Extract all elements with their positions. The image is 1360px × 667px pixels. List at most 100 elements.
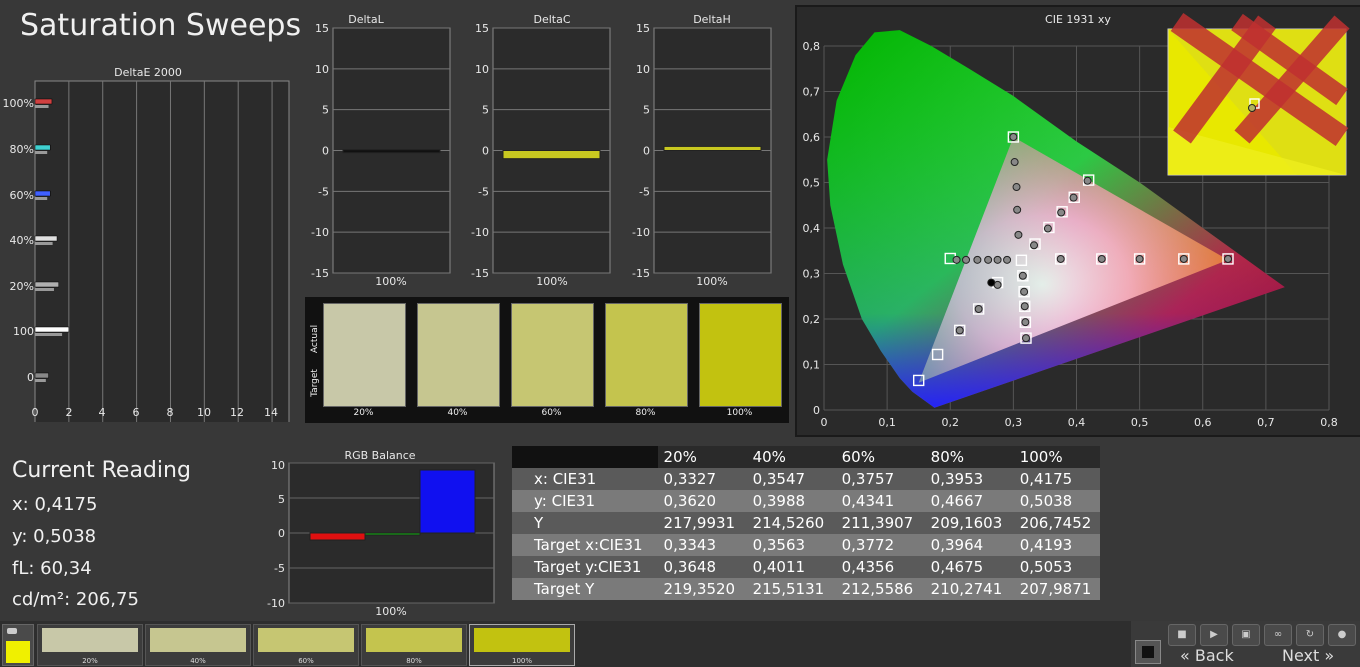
bottom-swatch[interactable]: 60% [253, 624, 359, 666]
cie-ytick: 0,8 [803, 40, 821, 53]
delta-bar [663, 145, 762, 152]
bottom-swatch-label: 60% [298, 657, 314, 665]
loop-button[interactable]: ∞ [1264, 624, 1292, 646]
cie-measured-point [1224, 254, 1232, 263]
play-button[interactable]: ▶ [1200, 624, 1228, 646]
cie-ytick: 0 [813, 404, 820, 417]
table-cell: 209,1603 [930, 514, 1003, 532]
rgb-balance-title: RGB Balance [344, 449, 415, 462]
cie-xtick: 0,1 [878, 416, 896, 429]
cie-measured-point [1012, 183, 1021, 192]
delta-ytick: 5 [643, 104, 650, 117]
delta-ytick: -10 [471, 226, 489, 239]
table-cell: 0,3953 [930, 470, 984, 488]
comparison-swatch [605, 303, 688, 407]
cie-measured-point [984, 255, 993, 264]
delta-ytick: 15 [636, 22, 650, 35]
table-header-cell: 40% [752, 448, 786, 466]
comparison-swatch [323, 303, 406, 407]
table-cell: 0,3327 [663, 470, 717, 488]
delta-lch-charts: 15 10 5 0 -5 -10 -15 15 10 5 0 -5 -10 -15 15 10 5 0 -5 -10 -… [311, 13, 772, 288]
table-row: Y 217,9931 214,5260 211,3907 209,1603 206,745… [512, 512, 1100, 534]
comparison-swatch-label: 60% [541, 408, 562, 418]
cie-chart: CIE 1931 xy 0 0,1 0,2 0,3 0,4 0,5 0,6 0,7 0,8 0 0,… [803, 12, 1350, 429]
bottom-swatch-color [150, 628, 246, 652]
current-x: x: 0,4175 [12, 494, 98, 515]
delta-ytick: -15 [471, 267, 489, 280]
cie-ytick: 0,6 [803, 131, 821, 144]
cie-measured-point [1057, 208, 1066, 217]
cie-measured-point [1020, 302, 1029, 311]
cie-title: CIE 1931 xy [1045, 13, 1111, 26]
deltae-bar [34, 235, 58, 242]
delta-ytick: -5 [318, 185, 329, 198]
delta-ytick: -10 [632, 226, 650, 239]
table-header-cell [512, 446, 658, 468]
current-cdm2: cd/m²: 206,75 [12, 589, 139, 610]
eject-icon [7, 628, 17, 634]
cie-measured-point [1020, 287, 1029, 296]
cie-measured-point [987, 278, 996, 287]
cie-measured-point [962, 255, 971, 264]
record-button[interactable]: ■ [1168, 624, 1196, 646]
target-label: Target [310, 369, 320, 398]
bottom-swatch[interactable]: 80% [361, 624, 467, 666]
toggle-button[interactable]: ● [1328, 624, 1356, 646]
table-cell: 0,3620 [663, 492, 717, 510]
cie-measured-point [973, 255, 982, 264]
cie-measured-point [1022, 334, 1030, 343]
deltae-bar-secondary [35, 333, 63, 336]
deltal-title: DeltaL [348, 13, 384, 26]
current-color-tile[interactable] [2, 624, 34, 666]
bottom-swatch-color [42, 628, 138, 652]
delta-ytick: 0 [322, 145, 329, 158]
rgb-ytick: 5 [278, 493, 285, 506]
deltae-xtick: 14 [264, 406, 278, 419]
deltae-ylabel: 100% [3, 97, 34, 110]
cie-ytick: 0,7 [803, 86, 821, 99]
table-cell: 0,4675 [930, 558, 984, 576]
deltae-ylabel: 20% [10, 280, 34, 293]
refresh-button[interactable]: ↻ [1296, 624, 1324, 646]
cie-measured-point [1030, 241, 1039, 250]
bottom-swatch-color [366, 628, 462, 652]
readings-table: 20% 40% 60% 80% 100% x: CIE31 0,3327 0,3547 0,37… [512, 446, 1100, 600]
cie-ytick: 0,3 [803, 268, 821, 281]
current-reading-title: Current Reading [12, 458, 191, 483]
next-button[interactable]: Next » [1282, 646, 1334, 665]
save-button[interactable]: ▣ [1232, 624, 1260, 646]
table-cell: 0,3648 [663, 558, 717, 576]
next-arrow-icon: » [1324, 646, 1335, 665]
cie-xtick: 0,2 [942, 416, 960, 429]
table-row-label: y: CIE31 [534, 492, 596, 510]
table-row-label: Y [534, 514, 544, 532]
table-header-cell: 100% [1019, 448, 1063, 466]
table-cell: 215,5131 [752, 580, 825, 598]
deltae-bar [34, 98, 53, 105]
stop-button[interactable] [1135, 640, 1161, 664]
delta-ytick: -15 [311, 267, 329, 280]
deltah-title: DeltaH [693, 13, 731, 26]
rgb-ytick: -5 [274, 562, 285, 575]
cie-xtick: 0,8 [1320, 416, 1338, 429]
table-cell: 214,5260 [752, 514, 825, 532]
actual-label: Actual [310, 325, 320, 353]
bottom-swatch[interactable]: 20% [37, 624, 143, 666]
delta-ytick: 15 [315, 22, 329, 35]
table-header-cell: 60% [841, 448, 875, 466]
cie-xtick: 0,6 [1194, 416, 1212, 429]
bottom-swatch[interactable]: 100% [469, 624, 575, 666]
cie-ytick: 0,4 [803, 222, 821, 235]
cie-inset-zoom [1167, 12, 1350, 176]
save-icon: ▣ [1241, 629, 1251, 640]
cie-measured-point [974, 304, 983, 313]
back-button[interactable]: « Back [1180, 646, 1234, 665]
deltae-title: DeltaE 2000 [114, 66, 182, 79]
table-cell: 219,3520 [663, 580, 736, 598]
bottom-swatch[interactable]: 40% [145, 624, 251, 666]
table-cell: 0,5038 [1019, 492, 1073, 510]
table-row-label: Target y:CIE31 [534, 558, 642, 576]
comparison-swatch-label: 100% [726, 408, 753, 418]
deltae-ylabel: 80% [10, 143, 34, 156]
cie-measured-point [1069, 193, 1078, 202]
